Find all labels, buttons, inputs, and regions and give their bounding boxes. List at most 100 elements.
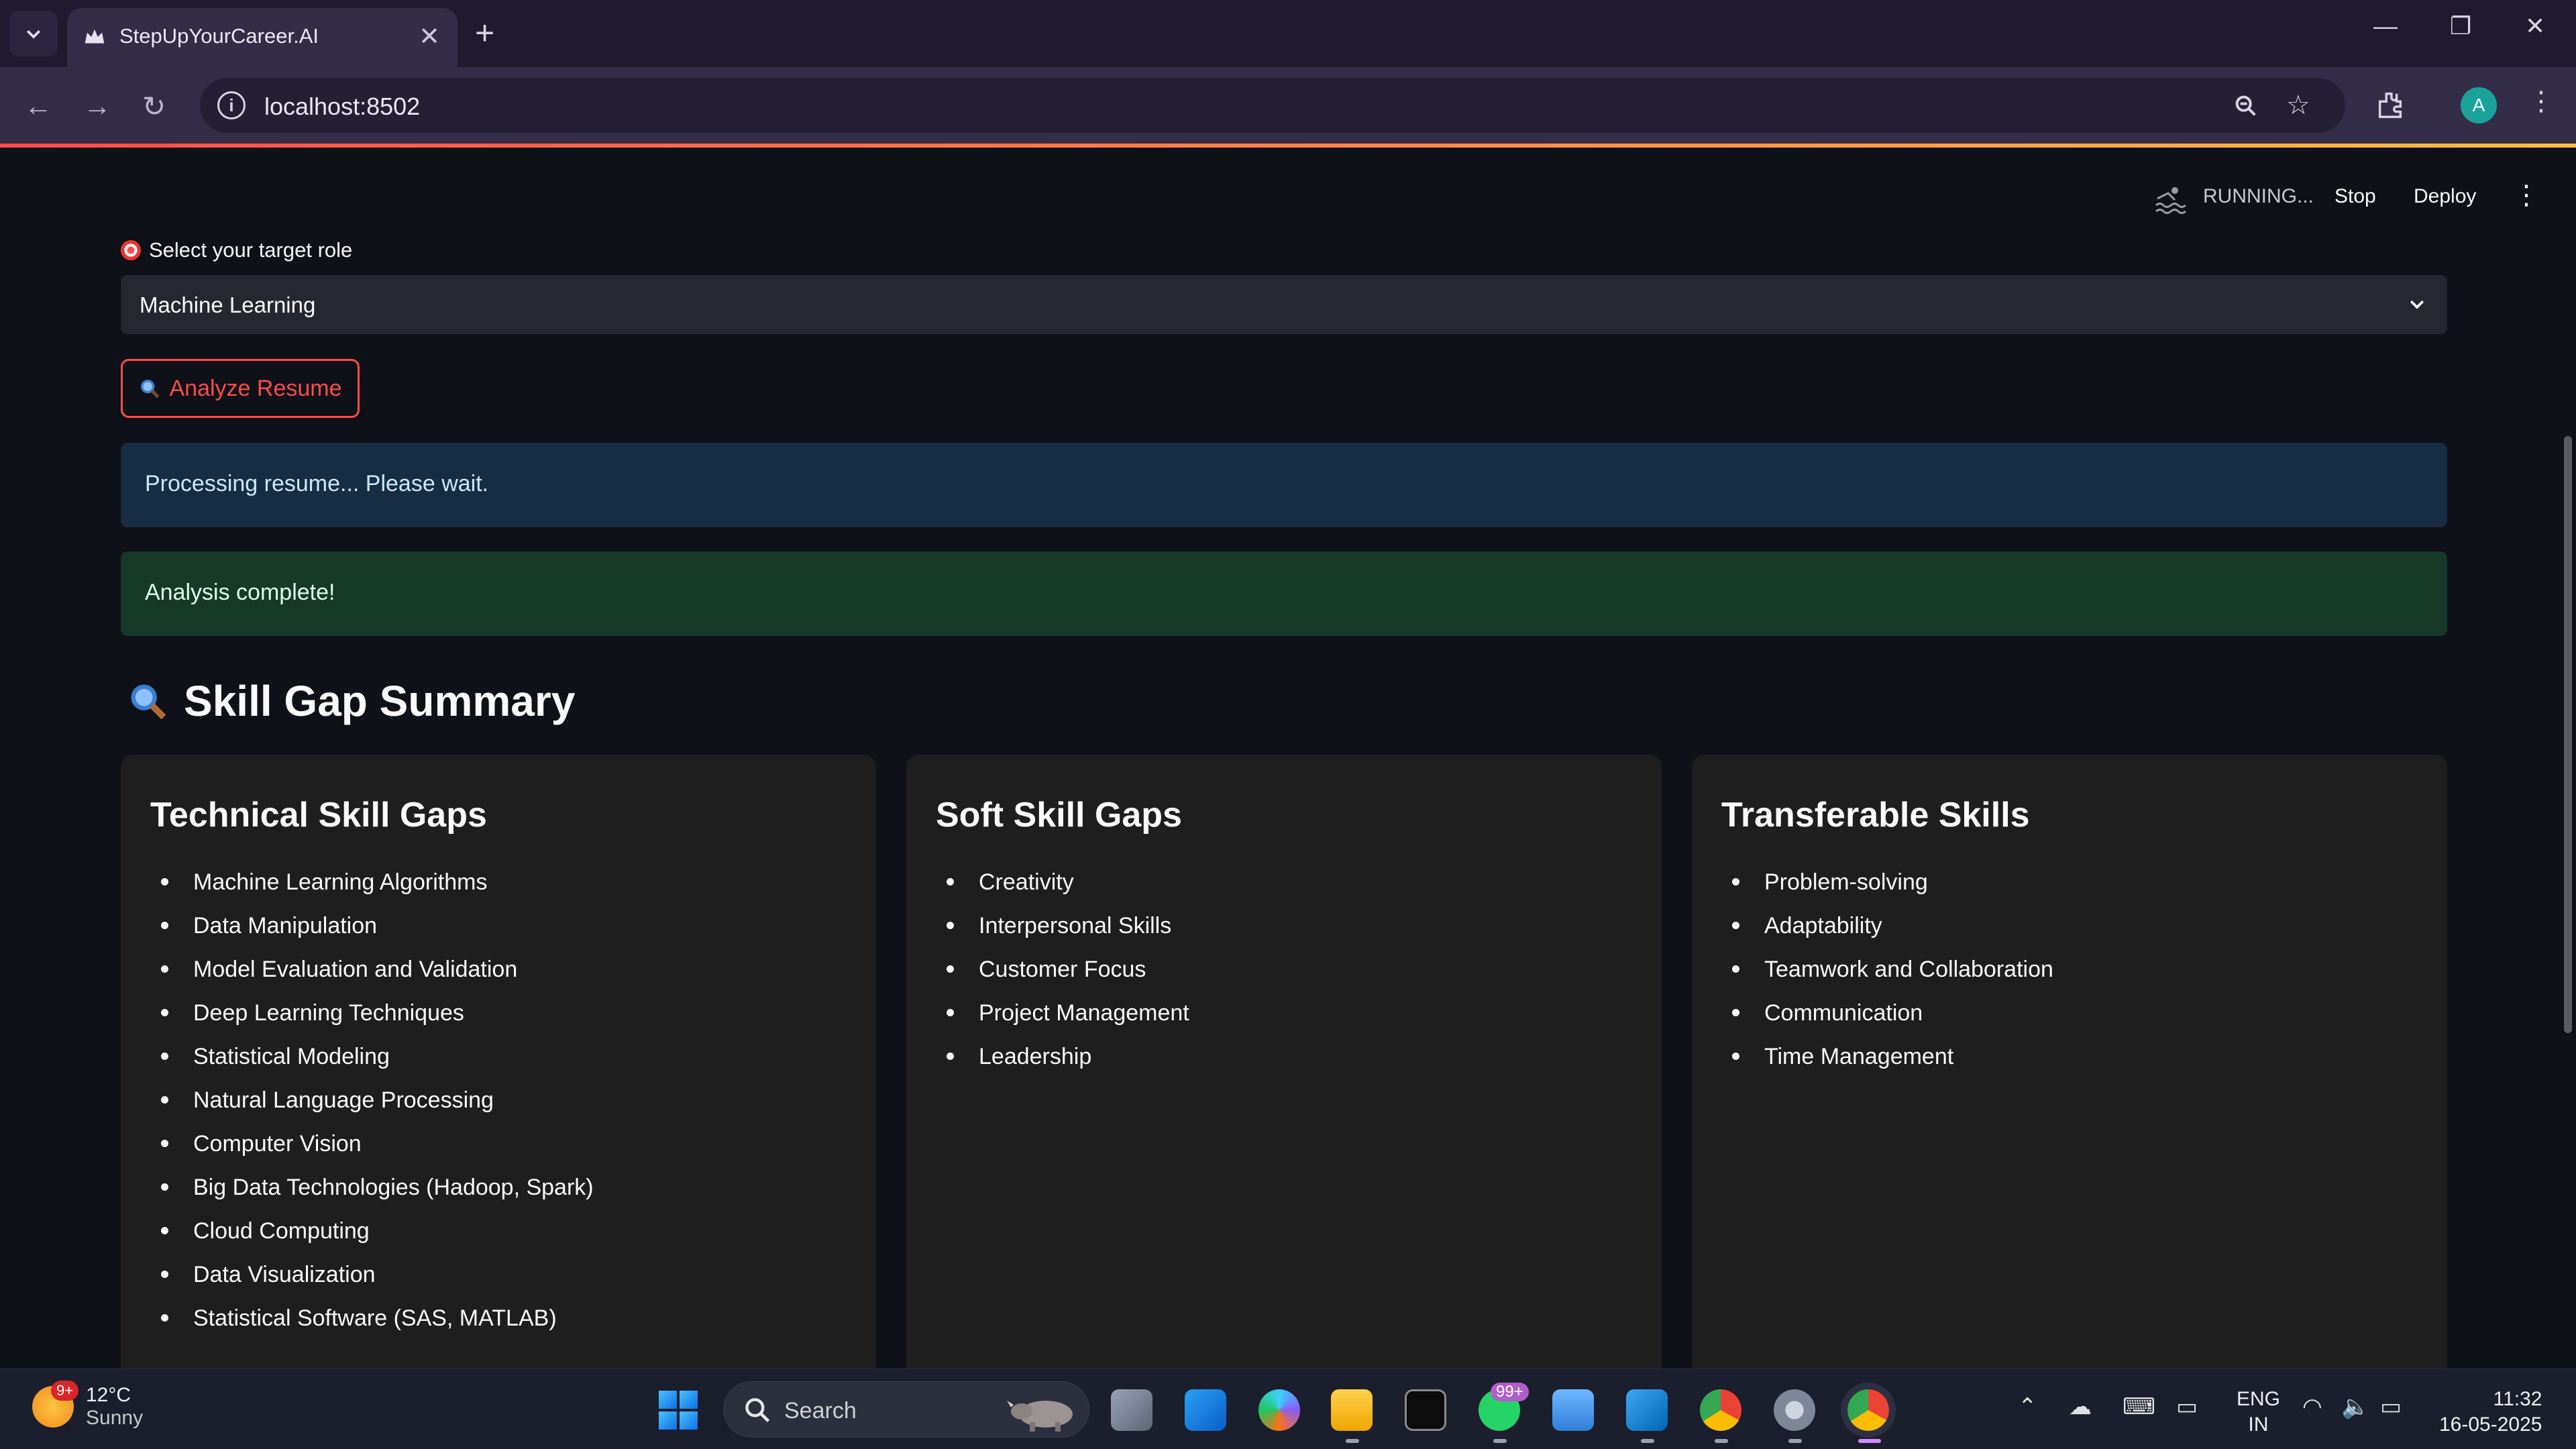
deploy-button[interactable]: Deploy: [2414, 185, 2476, 208]
volume-icon[interactable]: 🔈: [2341, 1393, 2369, 1420]
reload-icon[interactable]: ↻: [142, 90, 166, 123]
windows-start-icon[interactable]: [659, 1391, 698, 1430]
role-select-label: Select your target role: [121, 238, 352, 262]
bookmark-star-icon[interactable]: ☆: [2286, 90, 2310, 121]
onedrive-off-icon[interactable]: ☁: [2069, 1393, 2092, 1420]
lang-bottom: IN: [2248, 1413, 2269, 1436]
card-title: Technical Skill Gaps: [150, 796, 487, 835]
terminal-icon[interactable]: [1405, 1389, 1446, 1431]
new-tab-button[interactable]: +: [475, 11, 494, 55]
role-select[interactable]: Machine Learning: [121, 275, 2447, 334]
clock-time: 11:32: [2493, 1388, 2542, 1410]
card-title: Soft Skill Gaps: [936, 796, 1182, 835]
tab-search-button[interactable]: [9, 11, 58, 56]
copilot-icon[interactable]: [1258, 1389, 1300, 1431]
search-placeholder: Search: [784, 1398, 857, 1424]
page-scrollbar[interactable]: [2564, 436, 2572, 1033]
info-alert: Processing resume... Please wait.: [121, 443, 2447, 527]
analyze-resume-button[interactable]: Analyze Resume: [121, 359, 360, 418]
sun-icon: 9+: [32, 1381, 79, 1428]
list-item: Computer Vision: [150, 1129, 594, 1173]
tablet-mode-icon[interactable]: ▭: [2176, 1393, 2198, 1420]
tab-title: StepUpYourCareer.AI: [119, 24, 319, 48]
notepad-icon[interactable]: [1552, 1389, 1594, 1431]
tray-overflow-icon[interactable]: ⌃: [2018, 1393, 2037, 1420]
keyboard-icon[interactable]: ⌨: [2123, 1393, 2155, 1420]
list-item: Adaptability: [1721, 911, 2053, 955]
chrome-icon[interactable]: [1700, 1389, 1741, 1431]
role-select-value: Machine Learning: [140, 292, 316, 317]
outlook-icon[interactable]: [1185, 1389, 1226, 1431]
close-window-icon[interactable]: ✕: [2525, 12, 2545, 40]
chrome-profile-icon[interactable]: [1841, 1383, 1896, 1438]
site-info-icon[interactable]: i: [217, 91, 246, 119]
chevron-down-icon: [2410, 300, 2424, 309]
list-item: Cloud Computing: [150, 1216, 594, 1260]
list-item: Data Visualization: [150, 1260, 594, 1303]
settings-gear-icon[interactable]: [1774, 1389, 1815, 1431]
info-alert-text: Processing resume... Please wait.: [145, 471, 489, 496]
list-item: Big Data Technologies (Hadoop, Spark): [150, 1173, 594, 1216]
profile-avatar[interactable]: A: [2461, 87, 2497, 123]
restore-icon[interactable]: ❐: [2450, 12, 2471, 40]
url-text[interactable]: localhost:8502: [264, 93, 420, 121]
list-item: Natural Language Processing: [150, 1085, 594, 1129]
running-indicator: [1493, 1439, 1507, 1443]
soft-skill-gaps-card: Soft Skill Gaps Creativity Interpersonal…: [906, 755, 1662, 1449]
taskbar: 9+ 12°C Sunny Search 99+ ⌃ ☁ ⌨ ▭ ENG IN …: [0, 1368, 2576, 1449]
card-title: Transferable Skills: [1721, 796, 2030, 835]
list-item: Communication: [1721, 998, 2053, 1042]
technical-skill-gaps-card: Technical Skill Gaps Machine Learning Al…: [121, 755, 876, 1449]
list-item: Creativity: [936, 867, 1189, 911]
vscode-icon[interactable]: [1626, 1389, 1668, 1431]
file-explorer-icon[interactable]: [1331, 1389, 1373, 1431]
success-alert-text: Analysis complete!: [145, 580, 335, 605]
weather-temp: 12°C: [86, 1384, 131, 1406]
main-menu-icon[interactable]: ⋮: [2513, 180, 2540, 211]
address-bar[interactable]: i localhost:8502 ☆: [200, 78, 2345, 133]
forward-icon[interactable]: →: [83, 90, 111, 122]
target-icon: [121, 240, 141, 260]
technical-skill-list: Machine Learning Algorithms Data Manipul…: [150, 867, 594, 1347]
list-item: Deep Learning Techniques: [150, 998, 594, 1042]
clock-date: 16-05-2025: [2439, 1413, 2542, 1436]
browser-tab-active[interactable]: StepUpYourCareer.AI ✕: [67, 8, 458, 67]
list-item: Statistical Modeling: [150, 1042, 594, 1085]
browser-toolbar: ← → ↻ i localhost:8502 ☆ ⋮: [0, 67, 2576, 144]
chevron-down-icon: [26, 30, 41, 39]
zoom-icon[interactable]: [2233, 93, 2259, 119]
minimize-icon[interactable]: —: [2373, 12, 2398, 40]
battery-icon[interactable]: ▭: [2380, 1393, 2402, 1420]
transferable-skills-card: Transferable Skills Problem-solving Adap…: [1692, 755, 2447, 1449]
streamlit-running-bar: [0, 144, 2576, 148]
skill-gap-title: Skill Gap Summary: [184, 677, 576, 725]
weather-badge: 9+: [51, 1381, 79, 1401]
weather-widget[interactable]: 9+ 12°C Sunny: [32, 1381, 143, 1430]
active-indicator: [1858, 1439, 1881, 1443]
running-indicator: [1715, 1439, 1728, 1443]
list-item: Machine Learning Algorithms: [150, 867, 594, 911]
list-item: Time Management: [1721, 1042, 2053, 1085]
language-indicator[interactable]: ENG IN: [2237, 1387, 2280, 1438]
taskbar-search[interactable]: Search: [723, 1381, 1089, 1438]
lang-top: ENG: [2237, 1388, 2281, 1410]
browser-menu-icon[interactable]: ⋮: [2528, 86, 2555, 117]
running-indicator: [1346, 1439, 1359, 1443]
transferable-skill-list: Problem-solving Adaptability Teamwork an…: [1721, 867, 2053, 1085]
stop-button[interactable]: Stop: [2334, 185, 2376, 208]
task-view-icon[interactable]: [1111, 1389, 1152, 1431]
back-icon[interactable]: ←: [24, 90, 52, 122]
system-clock[interactable]: 11:32 16-05-2025: [2439, 1387, 2542, 1438]
list-item: Project Management: [936, 998, 1189, 1042]
magnifier-icon: [131, 684, 166, 720]
analyze-label: Analyze Resume: [169, 375, 342, 401]
tab-close-icon[interactable]: ✕: [419, 21, 440, 52]
extensions-icon[interactable]: [2375, 90, 2406, 121]
list-item: Model Evaluation and Validation: [150, 955, 594, 998]
list-item: Teamwork and Collaboration: [1721, 955, 2053, 998]
list-item: Customer Focus: [936, 955, 1189, 998]
running-swimmer-icon: [2155, 187, 2186, 214]
list-item: Leadership: [936, 1042, 1189, 1085]
wifi-icon[interactable]: ◠: [2302, 1393, 2322, 1420]
whatsapp-badge: 99+: [1491, 1383, 1529, 1401]
